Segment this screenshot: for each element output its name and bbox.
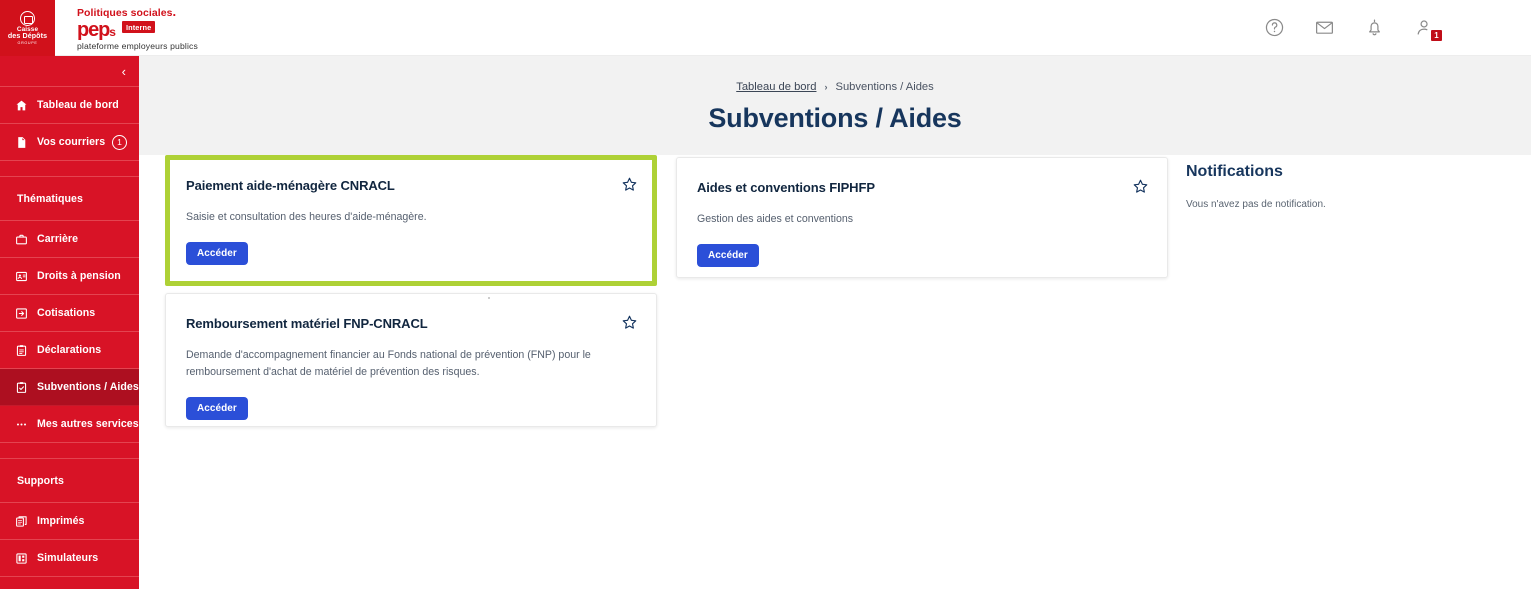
main-sidebar: ‹ Tableau de bord Vos courriers 1 Thémat… — [0, 56, 139, 589]
notifications-empty-message: Vous n'avez pas de notification. — [1186, 199, 1326, 210]
sidebar-item-label: Simulateurs — [37, 552, 99, 564]
user-badge-count: 1 — [1431, 29, 1442, 41]
content-body: Paiement aide-ménagère CNRACL Saisie et … — [139, 155, 1531, 589]
user-account-icon[interactable]: 1 — [1413, 17, 1442, 41]
sidebar-item-label: Tableau de bord — [37, 99, 119, 111]
logo-line-2: des Dépôts — [7, 32, 48, 41]
id-card-icon — [14, 269, 28, 283]
brand-subtitle: plateforme employeurs publics — [77, 41, 198, 51]
sidebar-item-mes-autres-services[interactable]: Mes autres services — [0, 406, 139, 443]
peps-wordmark: peps — [77, 20, 116, 40]
bell-icon[interactable] — [1363, 17, 1385, 39]
sidebar-item-declarations[interactable]: Déclarations — [0, 332, 139, 369]
sidebar-divider-2 — [0, 443, 139, 459]
peps-brand-block[interactable]: Politiques sociales. peps Interne platef… — [55, 0, 198, 55]
sidebar-item-carriere[interactable]: Carrière — [0, 221, 139, 258]
seal-icon — [20, 10, 35, 26]
ellipsis-icon — [14, 417, 28, 431]
acceder-button[interactable]: Accéder — [186, 397, 248, 420]
card-description: Gestion des aides et conventions — [697, 213, 854, 225]
document-icon — [14, 135, 28, 149]
card-description: Saisie et consultation des heures d'aide… — [186, 211, 427, 223]
breadcrumb-link-tableau-de-bord[interactable]: Tableau de bord — [736, 81, 816, 93]
card-description: Demande d'accompagnement financier au Fo… — [186, 349, 591, 378]
header-icon-group: 1 — [1263, 0, 1531, 55]
sidebar-item-label: Mes autres services — [37, 418, 139, 430]
star-outline-icon[interactable] — [1132, 178, 1149, 195]
notifications-panel: Notifications Vous n'avez pas de notific… — [1186, 163, 1486, 210]
page-header: Tableau de bord › Subventions / Aides Su… — [139, 56, 1531, 155]
printed-forms-icon — [14, 514, 28, 528]
notifications-title: Notifications — [1186, 163, 1283, 180]
peps-wordmark-main: pep — [77, 19, 110, 41]
peps-wordmark-suffix: s — [109, 25, 116, 39]
sidebar-item-imprimes[interactable]: Imprimés — [0, 503, 139, 540]
card-title: Paiement aide-ménagère CNRACL — [186, 178, 395, 193]
chevron-right-icon: › — [824, 82, 828, 92]
sidebar-item-tableau-de-bord[interactable]: Tableau de bord — [0, 87, 139, 124]
header-faint-region — [198, 0, 1263, 55]
star-outline-icon[interactable] — [621, 176, 638, 193]
help-icon[interactable] — [1263, 17, 1285, 39]
sidebar-item-subventions-aides[interactable]: Subventions / Aides — [0, 369, 139, 406]
sidebar-section-thematiques: Thématiques — [0, 177, 139, 221]
service-card-remboursement-materiel-fnp[interactable]: Remboursement matériel FNP-CNRACL Demand… — [165, 293, 657, 427]
service-card-paiement-aide-menagere[interactable]: Paiement aide-ménagère CNRACL Saisie et … — [165, 155, 657, 286]
sidebar-item-simulateurs[interactable]: Simulateurs — [0, 540, 139, 577]
arrow-into-box-icon — [14, 306, 28, 320]
sidebar-item-label: Droits à pension — [37, 270, 121, 282]
application-window: Caisse des Dépôts GROUPE Politiques soci… — [0, 0, 1531, 589]
sidebar-collapse-button[interactable]: ‹ — [0, 56, 139, 87]
calculator-icon — [14, 551, 28, 565]
home-icon — [14, 98, 28, 112]
brand-tagline-text: Politiques sociales — [77, 7, 173, 19]
chevron-left-icon: ‹ — [121, 63, 126, 79]
decorative-speck — [488, 297, 490, 299]
breadcrumb: Tableau de bord › Subventions / Aides — [736, 81, 934, 93]
page-title: Subventions / Aides — [708, 103, 962, 133]
sidebar-item-label: Carrière — [37, 233, 79, 245]
clipboard-icon — [14, 343, 28, 357]
sidebar-divider-1 — [0, 161, 139, 177]
main-content-area: Tableau de bord › Subventions / Aides Su… — [139, 56, 1531, 589]
acceder-button[interactable]: Accéder — [186, 242, 248, 265]
sidebar-item-label: Vos courriers — [37, 136, 106, 148]
sidebar-item-cotisations[interactable]: Cotisations — [0, 295, 139, 332]
sidebar-item-label: Déclarations — [37, 344, 102, 356]
interne-badge: Interne — [121, 21, 156, 33]
mail-icon[interactable] — [1313, 17, 1335, 39]
acceder-button[interactable]: Accéder — [697, 244, 759, 267]
sidebar-item-label: Cotisations — [37, 307, 96, 319]
brand-tagline: Politiques sociales. — [77, 4, 198, 19]
breadcrumb-current: Subventions / Aides — [835, 81, 934, 93]
card-title: Remboursement matériel FNP-CNRACL — [186, 316, 428, 331]
courriers-count-badge: 1 — [112, 134, 127, 150]
sidebar-item-vos-courriers[interactable]: Vos courriers 1 — [0, 124, 139, 161]
sidebar-section-supports: Supports — [0, 459, 139, 503]
clipboard-check-icon — [14, 380, 28, 394]
briefcase-icon — [14, 232, 28, 246]
sidebar-item-droits-a-pension[interactable]: Droits à pension — [0, 258, 139, 295]
brand-tagline-dot: . — [172, 4, 177, 19]
star-outline-icon[interactable] — [621, 314, 638, 331]
card-title: Aides et conventions FIPHFP — [697, 180, 875, 195]
logo-line-3: GROUPE — [17, 40, 38, 45]
sidebar-item-label: Subventions / Aides — [37, 381, 139, 393]
sidebar-item-label: Imprimés — [37, 515, 85, 527]
service-card-aides-conventions-fiphfp[interactable]: Aides et conventions FIPHFP Gestion des … — [676, 157, 1168, 278]
caisse-des-depots-logo[interactable]: Caisse des Dépôts GROUPE — [0, 0, 55, 56]
top-header-bar: Caisse des Dépôts GROUPE Politiques soci… — [0, 0, 1531, 56]
